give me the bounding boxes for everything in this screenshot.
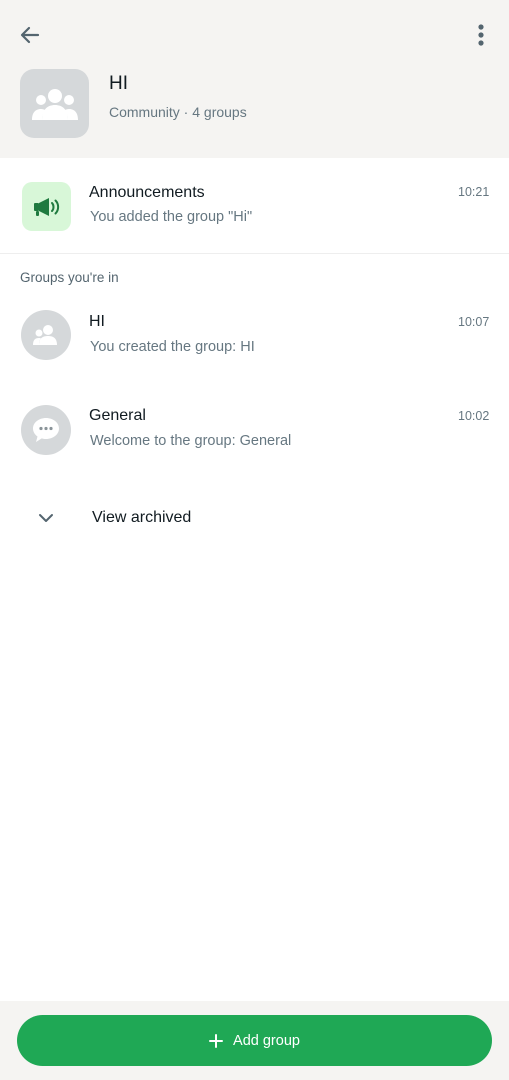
divider <box>0 253 509 254</box>
announcements-title: Announcements <box>89 184 205 201</box>
group-icon <box>33 325 57 345</box>
add-group-label: Add group <box>233 1032 300 1049</box>
more-vertical-icon <box>478 24 484 46</box>
view-archived-row[interactable]: View archived <box>0 492 509 544</box>
group-row-general[interactable]: General Welcome to the group: General 10… <box>0 383 509 477</box>
announcements-row[interactable]: Announcements You added the group "Hi" 1… <box>0 158 509 253</box>
group-name: HI <box>89 313 105 330</box>
community-icon <box>31 88 78 120</box>
group-avatar <box>21 310 71 360</box>
more-options-button[interactable] <box>466 20 496 50</box>
add-group-button[interactable]: Add group <box>17 1015 492 1066</box>
group-name: General <box>89 407 146 424</box>
community-screen: HI Community · 4 groups Announcements Yo… <box>0 0 509 1080</box>
community-header: HI Community · 4 groups <box>0 0 509 158</box>
group-avatar <box>21 405 71 455</box>
announcements-time: 10:21 <box>458 185 490 199</box>
community-subtitle: Community · 4 groups <box>109 104 247 120</box>
arrow-left-icon <box>20 26 40 44</box>
group-time: 10:02 <box>458 409 490 423</box>
chat-bubble-icon <box>33 418 59 442</box>
group-last-message: You created the group: HI <box>90 339 255 355</box>
megaphone-icon <box>33 197 59 216</box>
group-time: 10:07 <box>458 315 490 329</box>
plus-icon <box>209 1033 224 1048</box>
chevron-down-icon <box>36 508 56 528</box>
group-row-hi[interactable]: HI You created the group: HI 10:07 <box>0 289 509 383</box>
group-last-message: Welcome to the group: General <box>90 433 292 449</box>
bottom-bar: Add group <box>0 1001 509 1080</box>
section-label: Groups you're in <box>20 270 119 285</box>
announcements-avatar <box>22 182 71 231</box>
community-avatar[interactable] <box>20 69 89 138</box>
view-archived-label: View archived <box>92 509 192 526</box>
back-button[interactable] <box>14 20 46 50</box>
announcements-subtitle: You added the group "Hi" <box>90 209 253 225</box>
community-name: HI <box>109 73 128 94</box>
